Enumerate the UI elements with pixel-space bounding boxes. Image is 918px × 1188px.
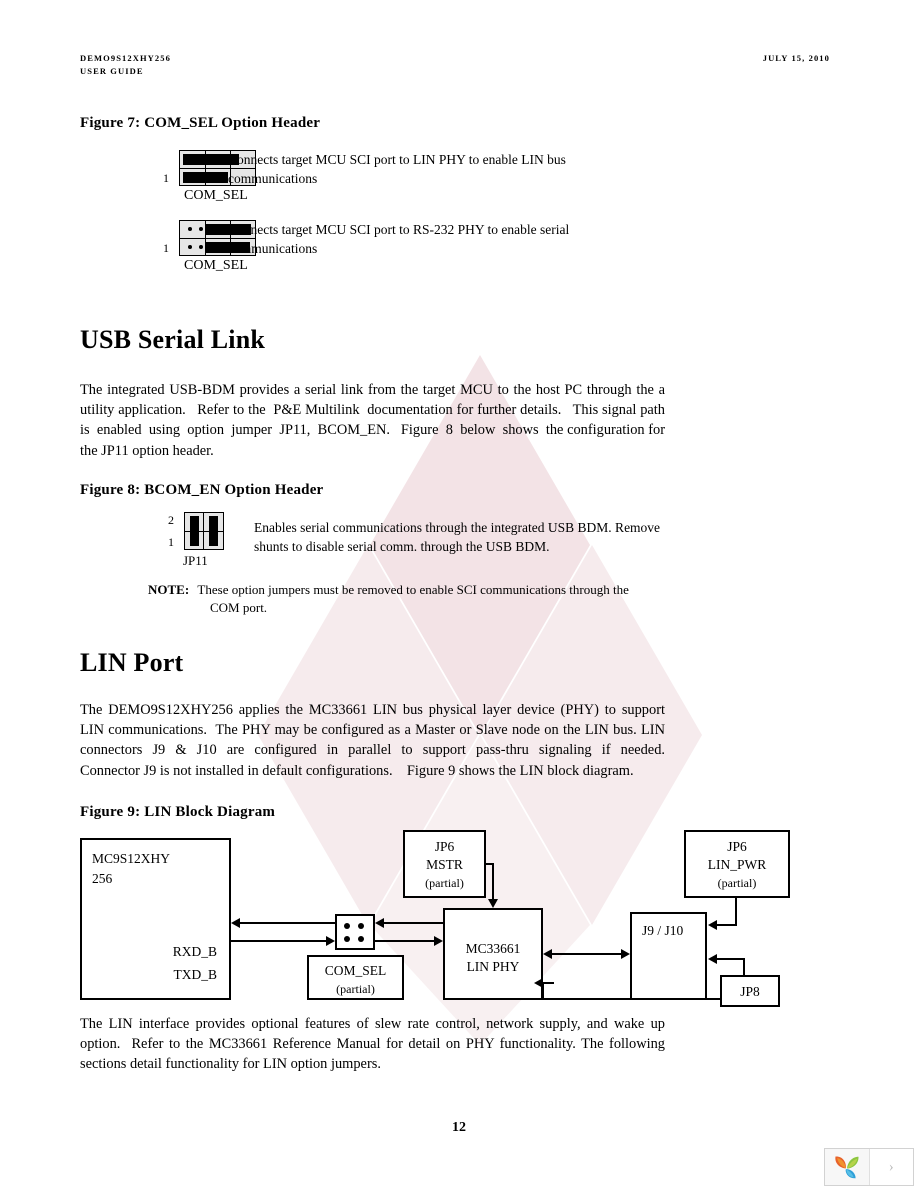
- arrow-head-down: [488, 899, 498, 908]
- pin-label-1: 1: [163, 171, 169, 185]
- figure7-caption: Figure 7: COM_SEL Option Header: [80, 115, 321, 131]
- arrow-head-left: [543, 949, 552, 959]
- figure7-option-a-description: Connects target MCU SCI port to LIN PHY …: [228, 152, 566, 186]
- wire-comsel-to-phy: [375, 940, 434, 942]
- page-number: 12: [452, 1120, 466, 1135]
- block-jp6-mstr-line1: JP6: [434, 839, 455, 854]
- wire-jp8-to-phy-short: [542, 982, 554, 984]
- block-jp8: JP8: [720, 975, 780, 1007]
- wire-phy-to-connector: [552, 953, 622, 955]
- note-text: These option jumpers must be removed to …: [197, 582, 629, 597]
- block-mcu-line1: MC9S12XHY: [92, 851, 171, 866]
- leaf-logo-icon: [835, 1156, 859, 1179]
- next-page-button[interactable]: ›: [870, 1149, 914, 1185]
- arrow-head-left: [708, 920, 717, 930]
- jumper-pin-dot: [188, 227, 192, 231]
- block-jp6-linpwr: JP6 LIN_PWR (partial): [684, 830, 790, 898]
- note-label: NOTE:: [148, 582, 190, 597]
- figure7-option-b-description: Connects target MCU SCI port to RS-232 P…: [228, 222, 570, 256]
- arrow-head-right: [326, 936, 335, 946]
- com-sel-label-b: COM_SEL: [184, 258, 248, 273]
- block-comsel: COM_SEL (partial): [307, 955, 404, 1000]
- arrow-head-left: [375, 918, 384, 928]
- wire-linpwr-elbow-h: [717, 924, 737, 926]
- block-mcu-pin-txd: TXD_B: [173, 967, 218, 982]
- arrow-head-left: [534, 978, 543, 988]
- header-date: JULY 15, 2010: [762, 53, 830, 63]
- comsel-pin-block: [335, 914, 375, 950]
- jumper-shunt: [190, 516, 199, 546]
- usb-serial-link-heading: USB Serial Link: [80, 325, 266, 354]
- wire-comsel-to-mcu: [240, 922, 337, 924]
- header-doc-title-line1: DEMO9S12XHY256: [80, 53, 171, 63]
- jp11-label: JP11: [183, 553, 208, 568]
- wire-jp8-elbow-v: [743, 958, 745, 977]
- document-header: DEMO9S12XHY256 USER GUIDE JULY 15, 2010: [80, 52, 838, 82]
- wire-mcu-to-comsel: [231, 940, 326, 942]
- jumper-shunt: [183, 172, 228, 183]
- lin-port-paragraph: The DEMO9S12XHY256 applies the MC33661 L…: [80, 702, 673, 779]
- block-jp6-mstr: JP6 MSTR (partial): [403, 830, 486, 898]
- block-j9-j10-label: J9 / J10: [642, 923, 684, 938]
- pin-dot: [344, 923, 350, 929]
- jumper-shunt: [209, 516, 218, 546]
- arrow-head-left: [708, 954, 717, 964]
- block-lin-phy-line2: LIN PHY: [466, 959, 520, 974]
- lin-block-diagram: MC9S12XHY 256 RXD_B TXD_B JP6 MSTR (part…: [80, 830, 840, 1007]
- figure8-description: Enables serial communications through th…: [254, 520, 661, 554]
- jp11-header-graphic: [184, 512, 224, 550]
- figure9-caption: Figure 9: LIN Block Diagram: [80, 804, 276, 820]
- header-doc-title-line2: USER GUIDE: [80, 66, 144, 76]
- pin-label-2: 2: [168, 513, 174, 527]
- chevron-right-icon: ›: [888, 1158, 894, 1175]
- pin-dot: [344, 936, 350, 942]
- block-mcu-line2: 256: [92, 871, 113, 886]
- jumper-pin-dot: [199, 227, 203, 231]
- block-lin-phy: MC33661 LIN PHY: [443, 908, 543, 1000]
- arrow-head-left: [231, 918, 240, 928]
- wire-phy-to-comsel: [384, 922, 444, 924]
- arrow-head-right: [434, 936, 443, 946]
- pin-dot: [358, 936, 364, 942]
- block-jp6-linpwr-line1: JP6: [727, 839, 747, 854]
- viewer-widget[interactable]: ›: [824, 1148, 914, 1186]
- header-doc-title: DEMO9S12XHY256 USER GUIDE: [80, 52, 171, 78]
- lin-closing-paragraph: The LIN interface provides optional feat…: [80, 1016, 669, 1073]
- block-jp6-linpwr-line3: (partial): [717, 876, 757, 890]
- jumper-pin-dot: [188, 245, 192, 249]
- wire-jp8-to-phy-long: [542, 998, 722, 1000]
- figure8-note: NOTE: These option jumpers must be remov…: [148, 581, 668, 617]
- block-mcu: MC9S12XHY 256 RXD_B TXD_B: [80, 838, 231, 1000]
- pin-dot: [358, 923, 364, 929]
- block-mcu-pin-rxd: RXD_B: [172, 944, 217, 959]
- usb-serial-link-paragraph: The integrated USB-BDM provides a serial…: [80, 382, 673, 459]
- note-text-line2: COM port.: [210, 600, 268, 615]
- leaf-logo-button[interactable]: [825, 1149, 870, 1185]
- com-sel-label-a: COM_SEL: [184, 188, 248, 203]
- wire-jp8-elbow-h: [717, 958, 745, 960]
- pin-label-1: 1: [168, 535, 174, 549]
- block-jp6-mstr-line2: MSTR: [426, 857, 463, 872]
- figure8-caption: Figure 8: BCOM_EN Option Header: [80, 482, 324, 498]
- block-jp6-mstr-line3: (partial): [425, 876, 464, 890]
- block-lin-phy-line1: MC33661: [465, 941, 521, 956]
- block-jp6-linpwr-line2: LIN_PWR: [707, 857, 767, 872]
- jumper-pin-dot: [199, 245, 203, 249]
- arrow-head-right: [621, 949, 630, 959]
- pin-label-1: 1: [163, 241, 169, 255]
- wire-linpwr-elbow-v: [735, 898, 737, 926]
- block-comsel-line1: COM_SEL: [324, 963, 387, 978]
- wire-jp6mstr-elbow-v: [492, 863, 494, 900]
- block-comsel-line2: (partial): [336, 982, 375, 996]
- lin-port-heading: LIN Port: [80, 648, 184, 677]
- block-j9-j10: J9 / J10: [630, 912, 707, 1000]
- block-jp8-label: JP8: [740, 984, 760, 999]
